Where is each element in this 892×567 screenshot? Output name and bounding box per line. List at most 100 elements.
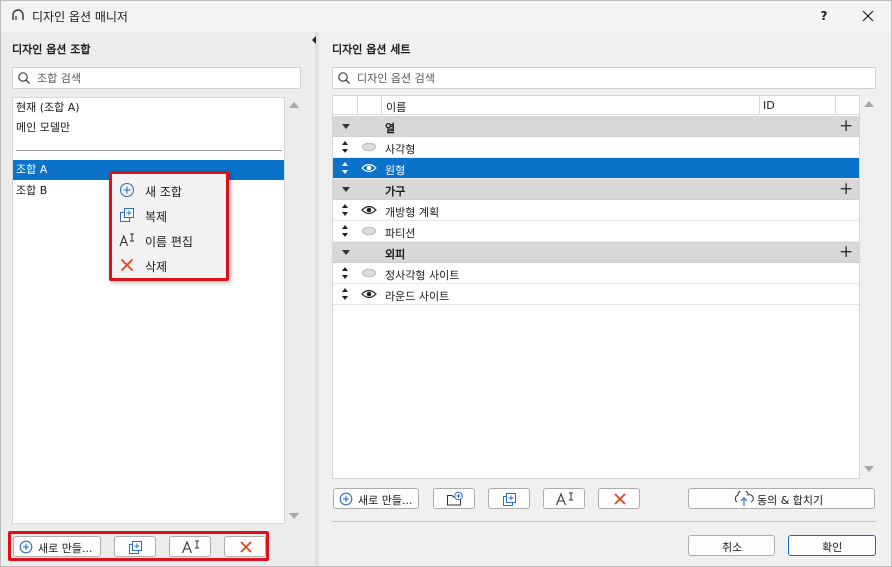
- list-item-main-model[interactable]: 메인 모델만: [13, 118, 284, 138]
- menu-item-label: 이름 편집: [145, 235, 193, 249]
- add-option-icon[interactable]: +: [839, 117, 853, 135]
- menu-item-rename[interactable]: 이름 편집: [112, 228, 226, 253]
- footer-divider: [332, 521, 876, 522]
- reorder-icon[interactable]: [340, 161, 350, 175]
- scroll-down-icon[interactable]: [864, 466, 874, 472]
- collapse-triangle-icon[interactable]: [342, 250, 350, 255]
- app-arc-icon: [12, 9, 24, 20]
- combinations-scrollbar[interactable]: [287, 97, 301, 524]
- option-row[interactable]: 라운드 사이트: [333, 284, 859, 305]
- menu-item-delete[interactable]: 삭제: [112, 253, 226, 278]
- combination-search-input[interactable]: [35, 70, 265, 86]
- menu-item-duplicate[interactable]: 복제: [112, 203, 226, 228]
- add-circle-icon: [119, 182, 135, 198]
- option-search-input[interactable]: [355, 70, 789, 86]
- list-divider: [16, 150, 282, 151]
- grid-header: 이름 ID: [333, 96, 859, 115]
- rename-icon: [119, 233, 134, 247]
- column-header-name[interactable]: 이름: [386, 99, 406, 115]
- delete-x-icon: [120, 258, 134, 272]
- option-row[interactable]: 원형: [333, 158, 859, 179]
- scroll-down-icon[interactable]: [289, 513, 299, 519]
- duplicate-icon: [120, 208, 134, 222]
- add-option-icon[interactable]: +: [839, 180, 853, 198]
- col-divider: [759, 96, 760, 115]
- collapse-triangle-icon[interactable]: [342, 124, 350, 129]
- combination-context-menu: 새 조합 복제 이름 편집 삭제: [109, 171, 229, 281]
- combinations-list: 현재 (조합 A) 메인 모델만 조합 A 조합 B: [12, 97, 285, 524]
- delete-x-icon: [614, 493, 626, 505]
- combination-search-box[interactable]: [12, 67, 301, 89]
- add-option-icon[interactable]: +: [839, 243, 853, 261]
- group-label: 가구: [385, 185, 406, 198]
- group-label: 열: [385, 122, 396, 135]
- col-divider: [357, 96, 358, 115]
- accept-merge-button[interactable]: 동의 & 합치기: [688, 488, 875, 509]
- eye-visible-icon[interactable]: [361, 162, 377, 174]
- collapse-triangle-icon[interactable]: [342, 187, 350, 192]
- close-button[interactable]: [853, 5, 883, 27]
- cancel-label: 취소: [722, 541, 743, 554]
- menu-item-label: 삭제: [145, 260, 168, 274]
- eye-visible-icon[interactable]: [361, 288, 377, 300]
- group-row[interactable]: 열 +: [333, 116, 859, 137]
- accept-merge-label: 동의 & 합치기: [757, 494, 824, 507]
- option-label: 사각형: [385, 143, 416, 156]
- window-title: 디자인 옵션 매니저: [32, 10, 128, 24]
- list-item-current[interactable]: 현재 (조합 A): [13, 98, 284, 118]
- column-header-id[interactable]: ID: [763, 99, 775, 112]
- group-row[interactable]: 가구 +: [333, 179, 859, 200]
- combinations-heading: 디자인 옵션 조합: [12, 43, 91, 56]
- option-search-box[interactable]: [332, 67, 876, 89]
- hidden-oval-icon[interactable]: [361, 267, 377, 279]
- close-icon: [862, 10, 874, 22]
- reorder-icon[interactable]: [340, 203, 350, 217]
- option-label: 파티션: [385, 227, 416, 240]
- duplicate-option-button[interactable]: [488, 488, 530, 509]
- option-label: 정사각형 사이트: [385, 269, 460, 282]
- option-row[interactable]: 파티션: [333, 221, 859, 242]
- option-sets-grid: 이름 ID 열 + 사각형 원형 가구 + 개방형 계획 파티션 외피 + 정사각형 사이트 라운드 …: [332, 95, 860, 479]
- group-row[interactable]: 외피 +: [333, 242, 859, 263]
- hidden-oval-icon[interactable]: [361, 225, 377, 237]
- new-option-label: 새로 만들...: [358, 494, 413, 507]
- eye-visible-icon[interactable]: [361, 204, 377, 216]
- ok-label: 확인: [822, 541, 843, 554]
- search-icon: [338, 72, 350, 84]
- rename-option-button[interactable]: [543, 488, 585, 509]
- menu-item-new-combination[interactable]: 새 조합: [112, 178, 226, 203]
- delete-option-button[interactable]: [598, 488, 640, 509]
- option-row[interactable]: 정사각형 사이트: [333, 263, 859, 284]
- option-row[interactable]: 개방형 계획: [333, 200, 859, 221]
- title-bar: 디자인 옵션 매니저 ?: [1, 1, 891, 32]
- menu-item-label: 복제: [145, 210, 168, 224]
- reorder-icon[interactable]: [340, 266, 350, 280]
- search-icon: [18, 72, 30, 84]
- collapse-arrow-icon[interactable]: [312, 36, 316, 44]
- ok-button[interactable]: 확인: [788, 535, 876, 556]
- reorder-icon[interactable]: [340, 140, 350, 154]
- merge-upload-icon: [734, 491, 754, 506]
- new-folder-button[interactable]: [433, 488, 475, 509]
- toolbar-highlight-frame: [8, 531, 269, 561]
- scroll-up-icon[interactable]: [289, 102, 299, 108]
- design-option-manager-window: 디자인 옵션 매니저 ? 디자인 옵션 조합 현재 (조합 A) 메인 모델만 …: [0, 0, 892, 567]
- option-label: 원형: [385, 164, 406, 177]
- hidden-oval-icon[interactable]: [361, 141, 377, 153]
- reorder-icon[interactable]: [340, 287, 350, 301]
- group-label: 외피: [385, 248, 406, 261]
- cancel-button[interactable]: 취소: [688, 535, 775, 556]
- reorder-icon[interactable]: [340, 224, 350, 238]
- add-circle-icon: [339, 492, 353, 506]
- grid-scrollbar[interactable]: [862, 95, 876, 479]
- col-divider: [835, 96, 836, 115]
- help-button[interactable]: ?: [809, 5, 839, 27]
- scroll-up-icon[interactable]: [864, 101, 874, 107]
- duplicate-icon: [503, 493, 516, 506]
- option-row[interactable]: 사각형: [333, 137, 859, 158]
- option-label: 개방형 계획: [385, 206, 440, 219]
- add-folder-icon: [447, 491, 463, 506]
- menu-item-label: 새 조합: [145, 185, 182, 199]
- rename-icon: [555, 492, 573, 506]
- new-option-button[interactable]: 새로 만들...: [333, 488, 419, 509]
